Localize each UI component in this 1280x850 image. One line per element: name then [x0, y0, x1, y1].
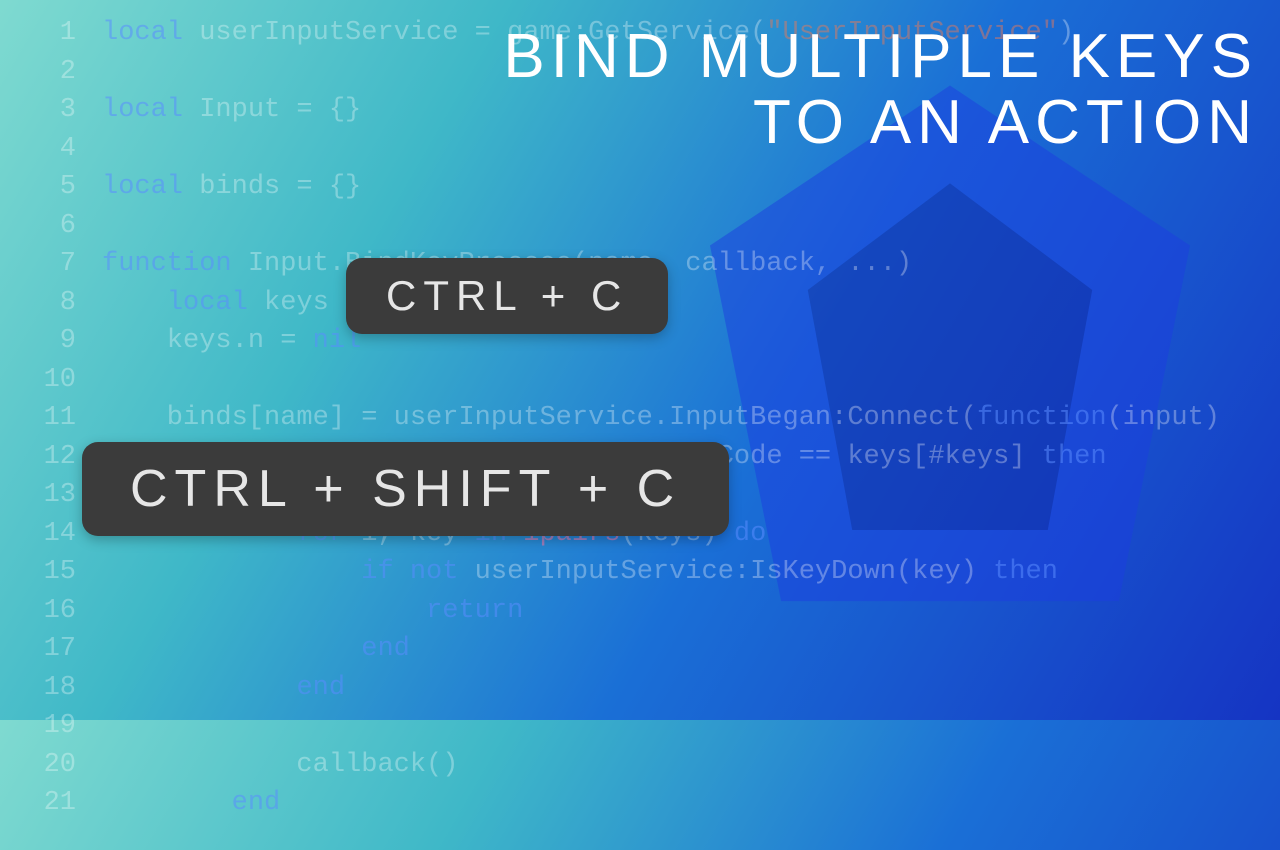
title-line-2: TO AN ACTION: [753, 88, 1258, 157]
shortcut-badge-2: CTRL + SHIFT + C: [82, 442, 729, 536]
title-line-1: BIND MULTIPLE KEYS: [503, 22, 1258, 91]
shortcut-badge-1: CTRL + C: [346, 258, 668, 334]
thumbnail-title: BIND MULTIPLE KEYS TO AN ACTION: [503, 24, 1258, 155]
